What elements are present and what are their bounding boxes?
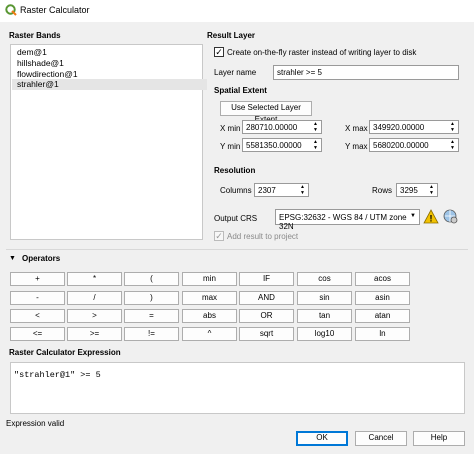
operator-button[interactable]: ln xyxy=(355,327,410,341)
ymax-value: 5680200.00000 xyxy=(373,141,429,150)
expression-text: "strahler@1" >= 5 xyxy=(14,370,101,380)
xmax-input[interactable]: 349920.00000 xyxy=(369,120,459,134)
output-crs-select[interactable]: EPSG:32632 - WGS 84 / UTM zone 32N ▼ xyxy=(275,209,420,231)
xmax-value: 349920.00000 xyxy=(373,123,425,132)
raster-band-item-selected[interactable]: strahler@1 xyxy=(12,79,207,90)
operator-button[interactable]: AND xyxy=(239,291,294,305)
operator-button[interactable]: = xyxy=(124,309,179,323)
operator-button[interactable]: ( xyxy=(124,272,179,286)
rows-spin-icon[interactable] xyxy=(428,184,436,196)
add-result-checkbox[interactable]: ✓ xyxy=(214,231,224,241)
ymax-spin-icon[interactable] xyxy=(449,139,457,151)
raster-bands-list[interactable]: dem@1 hillshade@1 flowdirection@1 strahl… xyxy=(10,44,207,240)
rows-value: 3295 xyxy=(400,186,418,195)
operator-button[interactable]: + xyxy=(10,272,65,286)
resolution-heading: Resolution xyxy=(214,166,256,175)
layer-name-label: Layer name xyxy=(214,68,257,77)
columns-value: 2307 xyxy=(258,186,276,195)
operator-button[interactable]: > xyxy=(67,309,122,323)
columns-spin-icon[interactable] xyxy=(299,184,307,196)
chevron-down-icon: ▼ xyxy=(410,213,416,219)
expression-status: Expression valid xyxy=(6,419,65,428)
cancel-button[interactable]: Cancel xyxy=(355,431,407,446)
output-crs-value: EPSG:32632 - WGS 84 / UTM zone 32N xyxy=(279,213,407,231)
operator-button[interactable]: >= xyxy=(67,327,122,341)
help-button[interactable]: Help xyxy=(413,431,465,446)
use-selected-extent-button[interactable]: Use Selected Layer Extent xyxy=(220,101,312,124)
operator-button[interactable]: / xyxy=(67,291,122,305)
operator-button[interactable]: ^ xyxy=(182,327,237,341)
xmax-label: X max xyxy=(345,124,368,133)
operator-button[interactable]: ) xyxy=(124,291,179,305)
xmin-label: X min xyxy=(220,124,241,133)
operators-heading: Operators xyxy=(22,254,61,263)
window-title: Raster Calculator xyxy=(20,5,90,15)
svg-text:!: ! xyxy=(430,214,433,224)
layer-name-input[interactable]: strahler >= 5 xyxy=(273,65,459,80)
operator-button[interactable]: max xyxy=(182,291,237,305)
operator-button[interactable]: abs xyxy=(182,309,237,323)
operator-button[interactable]: atan xyxy=(355,309,410,323)
select-crs-globe-icon[interactable] xyxy=(442,208,459,225)
rows-label: Rows xyxy=(372,186,393,195)
ok-button[interactable]: OK xyxy=(296,431,348,446)
operator-button[interactable]: != xyxy=(124,327,179,341)
xmin-value: 280710.00000 xyxy=(246,123,298,132)
xmax-spin-icon[interactable] xyxy=(449,121,457,133)
on-the-fly-checkbox[interactable]: ✓ xyxy=(214,47,224,57)
operator-button[interactable]: tan xyxy=(297,309,352,323)
operator-button[interactable]: OR xyxy=(239,309,294,323)
columns-label: Columns xyxy=(220,186,252,195)
operator-button[interactable]: - xyxy=(10,291,65,305)
operator-button[interactable]: sin xyxy=(297,291,352,305)
ymin-input[interactable]: 5581350.00000 xyxy=(242,138,322,152)
ymin-label: Y min xyxy=(220,142,241,151)
qgis-logo-icon xyxy=(5,4,17,16)
raster-band-item[interactable]: dem@1 xyxy=(17,47,47,57)
operator-button[interactable]: min xyxy=(182,272,237,286)
xmin-spin-icon[interactable] xyxy=(312,121,320,133)
add-result-label: Add result to project xyxy=(227,232,299,241)
divider xyxy=(6,249,468,250)
operator-button[interactable]: <= xyxy=(10,327,65,341)
spatial-extent-heading: Spatial Extent xyxy=(214,86,267,95)
warning-icon: ! xyxy=(423,209,439,224)
columns-input[interactable]: 2307 xyxy=(254,183,309,197)
raster-band-item[interactable]: hillshade@1 xyxy=(17,58,64,68)
rows-input[interactable]: 3295 xyxy=(396,183,438,197)
expression-heading: Raster Calculator Expression xyxy=(9,348,121,357)
operator-button[interactable]: log10 xyxy=(297,327,352,341)
operator-button[interactable]: asin xyxy=(355,291,410,305)
expression-editor[interactable]: "strahler@1" >= 5 xyxy=(10,362,465,414)
on-the-fly-label: Create on-the-fly raster instead of writ… xyxy=(227,48,417,57)
ymax-label: Y max xyxy=(345,142,368,151)
operator-button[interactable]: < xyxy=(10,309,65,323)
operator-button[interactable]: IF xyxy=(239,272,294,286)
result-layer-heading: Result Layer xyxy=(207,31,256,40)
operator-button[interactable]: acos xyxy=(355,272,410,286)
operator-button[interactable]: sqrt xyxy=(239,327,294,341)
ymin-spin-icon[interactable] xyxy=(312,139,320,151)
ymax-input[interactable]: 5680200.00000 xyxy=(369,138,459,152)
xmin-input[interactable]: 280710.00000 xyxy=(242,120,322,134)
collapse-arrow-icon[interactable]: ▼ xyxy=(9,255,16,262)
raster-bands-heading: Raster Bands xyxy=(9,31,61,40)
output-crs-label: Output CRS xyxy=(214,214,258,223)
raster-band-item[interactable]: flowdirection@1 xyxy=(17,69,78,79)
ymin-value: 5581350.00000 xyxy=(246,141,302,150)
operator-button[interactable]: cos xyxy=(297,272,352,286)
operator-button[interactable]: * xyxy=(67,272,122,286)
